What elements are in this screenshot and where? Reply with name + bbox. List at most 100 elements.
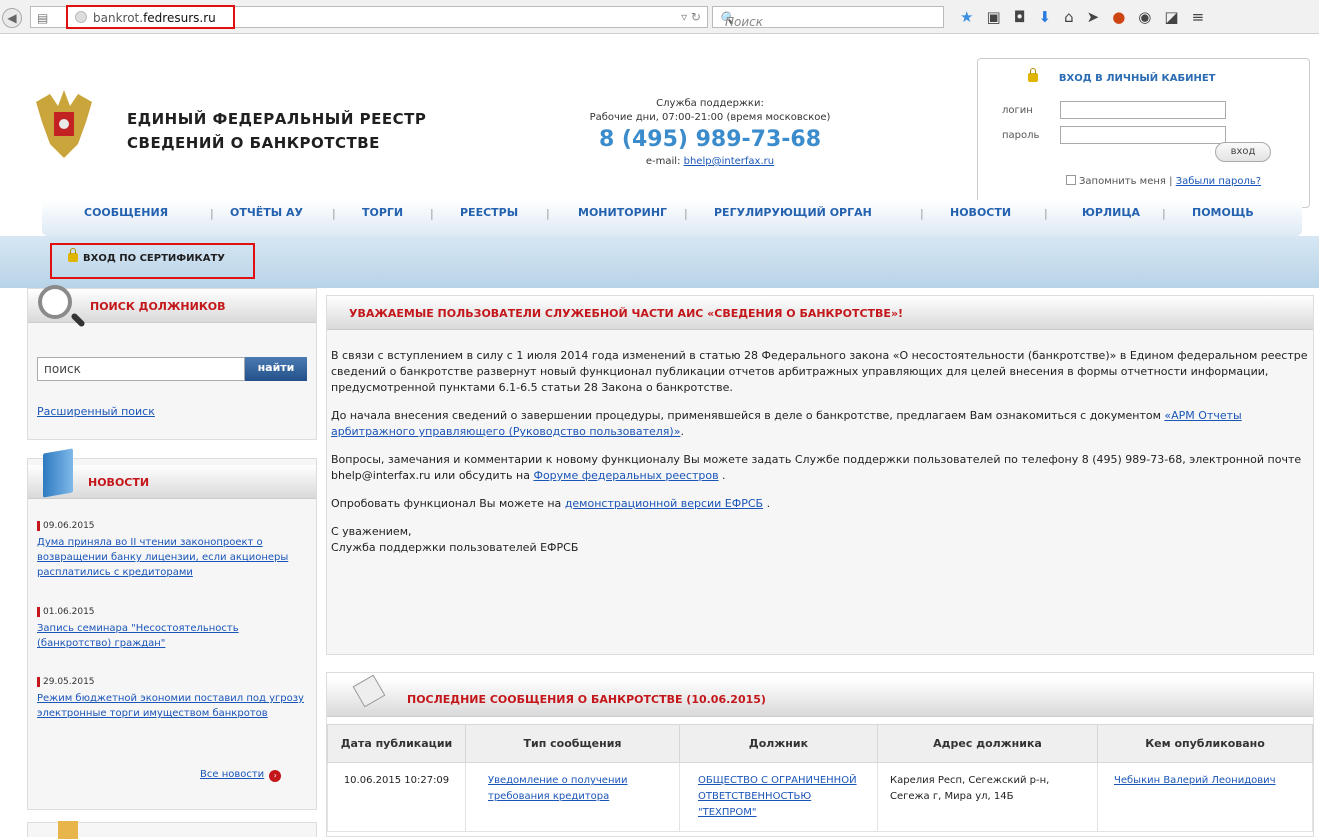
notice-paragraph: Вопросы, замечания и комментарии к новом… xyxy=(331,453,1302,482)
news-date: 29.05.2015 xyxy=(37,677,309,687)
signature-line1: С уважением, xyxy=(331,525,412,538)
signature-line2: Служба поддержки пользователей ЕФРСБ xyxy=(331,541,579,554)
nav-regulator[interactable]: РЕГУЛИРУЮЩИЙ ОРГАН xyxy=(714,206,872,219)
news-link[interactable]: Дума приняла во II чтении законопроект о… xyxy=(37,537,288,578)
nav-help[interactable]: ПОМОЩЬ xyxy=(1192,206,1254,219)
support-email-link[interactable]: bhelp@interfax.ru xyxy=(684,156,774,167)
cell-address: Карелия Респ, Сегежский р-н, Сегежа г, М… xyxy=(877,762,1098,832)
news-date: 01.06.2015 xyxy=(37,607,309,617)
col-address: Адрес должника xyxy=(877,724,1098,763)
news-item: 29.05.2015 Режим бюджетной экономии пост… xyxy=(37,677,309,721)
news-link[interactable]: Запись семинара "Несостоятельность (банк… xyxy=(37,623,239,649)
login-box: ВХОД В ЛИЧНЫЙ КАБИНЕТ логин пароль вход … xyxy=(977,58,1310,208)
news-item: 01.06.2015 Запись семинара "Несостоятель… xyxy=(37,607,309,651)
highlight-cert xyxy=(50,243,255,279)
col-date: Дата публикации xyxy=(327,724,466,763)
back-button[interactable]: ◀ xyxy=(2,8,22,28)
reload-icon[interactable]: ▿ ↻ xyxy=(681,10,701,24)
send-icon[interactable]: ➤ xyxy=(1087,8,1113,26)
lock-icon xyxy=(1028,68,1038,82)
demo-link[interactable]: демонстрационной версии ЕФРСБ xyxy=(565,497,763,510)
magnifier-icon xyxy=(38,285,72,319)
support-info: Служба поддержки: Рабочие дни, 07:00-21:… xyxy=(540,98,880,170)
message-type-link[interactable]: Уведомление о получении требования креди… xyxy=(488,775,628,802)
menu-icon[interactable]: ≡ xyxy=(1192,8,1218,26)
support-hours: Рабочие дни, 07:00-21:00 (время московск… xyxy=(589,112,831,123)
arrow-right-icon[interactable]: › xyxy=(269,770,282,782)
notice-body: В связи с вступлением в силу с 1 июля 20… xyxy=(327,330,1313,556)
adblock-icon[interactable]: ● xyxy=(1112,8,1138,26)
password-field[interactable] xyxy=(1060,126,1226,144)
pocket-icon[interactable]: ◘ xyxy=(1014,8,1039,26)
nav-legal-entities[interactable]: ЮРЛИЦА xyxy=(1082,206,1140,219)
nav-messages[interactable]: СООБЩЕНИЯ xyxy=(84,206,168,219)
debtor-search-panel: ПОИСК ДОЛЖНИКОВ поиск найти Расширенный … xyxy=(27,285,317,440)
support-label: Служба поддержки: xyxy=(656,98,764,109)
remember-label: Запомнить меня xyxy=(1079,176,1166,187)
page-icon: ▤ xyxy=(37,11,49,25)
remember-row: Запомнить меня | Забыли пароль? xyxy=(1066,175,1261,187)
support-phone: 8 (495) 989-73-68 xyxy=(598,127,822,152)
password-label: пароль xyxy=(1002,130,1040,141)
nav-monitoring[interactable]: МОНИТОРИНГ xyxy=(578,206,667,219)
notice-panel: УВАЖАЕМЫЕ ПОЛЬЗОВАТЕЛИ СЛУЖЕБНОЙ ЧАСТИ А… xyxy=(326,295,1314,655)
forum-link[interactable]: Форуме федеральных реестров xyxy=(533,469,718,482)
nav-news[interactable]: НОВОСТИ xyxy=(950,206,1011,219)
notice-paragraph: В связи с вступлением в силу с 1 июля 20… xyxy=(331,349,1308,394)
latest-messages-panel: ПОСЛЕДНИЕ СООБЩЕНИЯ О БАНКРОТСТВЕ (10.06… xyxy=(326,672,1314,837)
debtor-link[interactable]: ОБЩЕСТВО С ОГРАНИЧЕННОЙ ОТВЕТСТВЕННОСТЬЮ… xyxy=(698,775,857,818)
cell-date: 10.06.2015 10:27:09 xyxy=(327,762,466,832)
table-header-row: Дата публикации Тип сообщения Должник Ад… xyxy=(327,724,1313,763)
download-icon[interactable]: ⬇ xyxy=(1039,8,1065,26)
site-title-line2: СВЕДЕНИЙ О БАНКРОТСТВЕ xyxy=(127,134,380,152)
next-panel-partial xyxy=(27,821,317,839)
book-icon xyxy=(43,448,73,498)
search-button[interactable]: найти xyxy=(245,357,307,381)
news-link[interactable]: Режим бюджетной экономии поставил под уг… xyxy=(37,693,304,719)
col-type: Тип сообщения xyxy=(465,724,680,763)
publisher-link[interactable]: Чебыкин Валерий Леонидович xyxy=(1114,775,1276,786)
messages-table: Дата публикации Тип сообщения Должник Ад… xyxy=(327,724,1313,832)
star-icon[interactable]: ★ xyxy=(960,8,986,26)
nav-reports[interactable]: ОТЧЁТЫ АУ xyxy=(230,206,303,219)
login-heading: ВХОД В ЛИЧНЫЙ КАБИНЕТ xyxy=(1028,68,1215,84)
home-icon[interactable]: ⌂ xyxy=(1064,8,1087,26)
login-button[interactable]: вход xyxy=(1215,142,1271,162)
col-publisher: Кем опубликовано xyxy=(1097,724,1313,763)
main-nav: СООБЩЕНИЯ | ОТЧЁТЫ АУ | ТОРГИ | РЕЕСТРЫ … xyxy=(42,200,1302,236)
nav-registries[interactable]: РЕЕСТРЫ xyxy=(460,206,518,219)
folder-icon xyxy=(58,821,78,839)
advanced-search-link[interactable]: Расширенный поиск xyxy=(37,405,155,418)
resize-icon[interactable]: ◪ xyxy=(1164,8,1191,26)
remember-checkbox[interactable] xyxy=(1066,175,1076,185)
notice-paragraph: Опробовать функционал Вы можете на демон… xyxy=(331,497,771,510)
notice-paragraph: До начала внесения сведений о завершении… xyxy=(331,409,1242,438)
cell-debtor: ОБЩЕСТВО С ОГРАНИЧЕННОЙ ОТВЕТСТВЕННОСТЬЮ… xyxy=(679,762,878,832)
messages-title: ПОСЛЕДНИЕ СООБЩЕНИЯ О БАНКРОТСТВЕ (10.06… xyxy=(327,679,1313,717)
forgot-password-link[interactable]: Забыли пароль? xyxy=(1176,176,1261,187)
table-row: 10.06.2015 10:27:09 Уведомление о получе… xyxy=(327,762,1313,832)
site-header: ЕДИНЫЙ ФЕДЕРАЛЬНЫЙ РЕЕСТР СВЕДЕНИЙ О БАН… xyxy=(20,40,1310,208)
all-news-link[interactable]: Все новости xyxy=(200,769,264,780)
chat-icon[interactable]: ◉ xyxy=(1138,8,1164,26)
news-date: 09.06.2015 xyxy=(37,521,309,531)
search-placeholder: 🔍 Поиск xyxy=(719,11,764,29)
browser-toolbar-icons: ★▣◘⬇⌂➤●◉◪≡ xyxy=(960,8,1217,26)
clipboard-icon[interactable]: ▣ xyxy=(986,8,1013,26)
cell-publisher: Чебыкин Валерий Леонидович xyxy=(1097,762,1313,832)
login-label: логин xyxy=(1002,105,1033,116)
cell-type: Уведомление о получении требования креди… xyxy=(465,762,680,832)
site-title-line1: ЕДИНЫЙ ФЕДЕРАЛЬНЫЙ РЕЕСТР xyxy=(127,110,427,128)
highlight-url xyxy=(66,5,235,29)
browser-search-input[interactable]: 🔍 Поиск xyxy=(712,6,944,29)
col-debtor: Должник xyxy=(679,724,878,763)
coat-of-arms-icon xyxy=(36,90,92,158)
support-email-line: e-mail: bhelp@interfax.ru xyxy=(645,156,775,167)
nav-auctions[interactable]: ТОРГИ xyxy=(362,206,403,219)
login-field[interactable] xyxy=(1060,101,1226,119)
notice-title: УВАЖАЕМЫЕ ПОЛЬЗОВАТЕЛИ СЛУЖЕБНОЙ ЧАСТИ А… xyxy=(327,296,1313,330)
news-item: 09.06.2015 Дума приняла во II чтении зак… xyxy=(37,521,309,580)
all-news: Все новости › xyxy=(200,769,282,782)
news-panel: НОВОСТИ 09.06.2015 Дума приняла во II чт… xyxy=(27,448,317,810)
debtor-search-input[interactable]: поиск xyxy=(37,357,245,381)
